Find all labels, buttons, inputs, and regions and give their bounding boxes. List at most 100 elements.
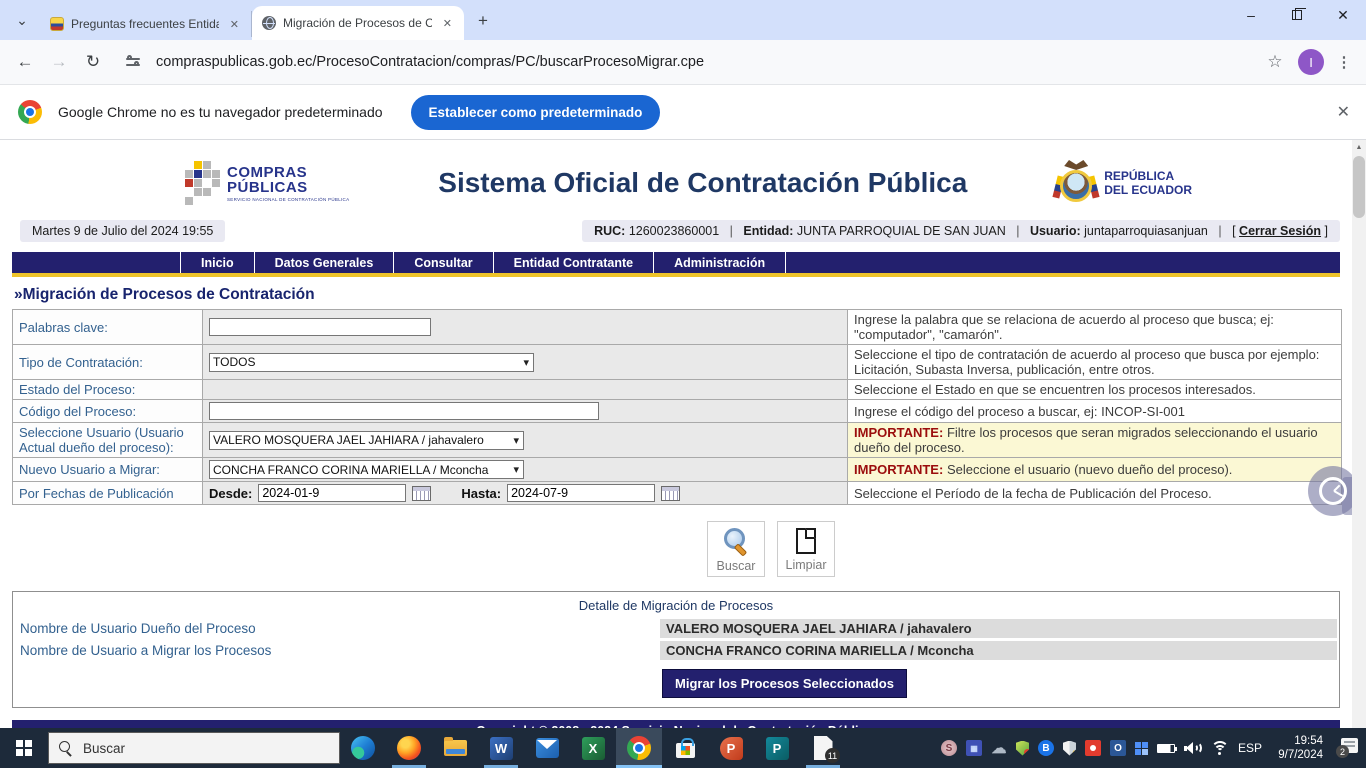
taskbar-clock[interactable]: 19:54 9/7/2024 — [1271, 734, 1323, 762]
browser-toolbar: ← → ↻ compraspublicas.gob.ec/ProcesoCont… — [0, 40, 1366, 85]
tab-close-icon[interactable]: ✕ — [439, 15, 456, 32]
taskbar-chrome[interactable] — [616, 728, 662, 768]
fecha-hasta-input[interactable] — [507, 484, 655, 502]
language-indicator[interactable]: ESP — [1238, 741, 1262, 755]
republica-ecuador-seal: REPÚBLICADEL ECUADOR — [1056, 160, 1192, 206]
close-window-button[interactable]: ✕ — [1320, 0, 1366, 30]
tray-bluetooth-icon[interactable]: B — [1038, 740, 1054, 756]
usuario-actual-select[interactable]: VALERO MOSQUERA JAEL JAHIARA / jahavaler… — [209, 431, 524, 450]
tray-antivirus-shield-icon[interactable] — [1016, 741, 1029, 756]
taskbar-word[interactable]: W — [478, 728, 524, 768]
volume-icon[interactable] — [1184, 741, 1202, 755]
wifi-icon[interactable] — [1211, 741, 1229, 755]
scroll-up-arrow[interactable]: ▲ — [1352, 140, 1366, 154]
logo-subtitle: SERVICIO NACIONAL DE CONTRATACIÓN PÚBLIC… — [227, 197, 349, 202]
word-icon: W — [490, 737, 513, 760]
taskbar-apps: W X P P 11 — [340, 728, 846, 768]
edge-icon — [351, 736, 375, 760]
taskbar-powerpoint[interactable]: P — [708, 728, 754, 768]
taskbar-explorer[interactable] — [432, 728, 478, 768]
battery-icon[interactable] — [1157, 744, 1175, 753]
nav-item-inicio[interactable]: Inicio — [180, 252, 254, 273]
logout-link[interactable]: Cerrar Sesión — [1239, 224, 1321, 238]
search-magnifier-icon — [722, 527, 750, 555]
taskbar-mail[interactable] — [524, 728, 570, 768]
nav-item-consultar[interactable]: Consultar — [393, 252, 492, 273]
globe-favicon — [262, 16, 276, 30]
usuario-actual-label: Seleccione Usuario (Usuario Actual dueño… — [13, 423, 203, 458]
microsoft-store-icon — [676, 743, 695, 758]
taskbar-edge[interactable] — [340, 728, 386, 768]
codigo-proceso-label: Código del Proceso: — [13, 400, 203, 423]
powerpoint-icon: P — [720, 737, 743, 760]
chrome-logo-icon — [18, 100, 42, 124]
default-browser-banner: Google Chrome no es tu navegador predete… — [0, 85, 1366, 140]
taskbar-store[interactable] — [662, 728, 708, 768]
compras-publicas-logo: COMPRASPÚBLICAS SERVICIO NACIONAL DE CON… — [185, 161, 349, 205]
tab-migracion-procesos[interactable]: Migración de Procesos de Cont ✕ — [252, 6, 464, 40]
set-default-button[interactable]: Establecer como predeterminado — [411, 95, 661, 130]
calendar-hasta-icon[interactable] — [661, 486, 680, 501]
migrar-procesos-button[interactable]: Migrar los Procesos Seleccionados — [662, 669, 907, 698]
detail-value-migrar: CONCHA FRANCO CORINA MARIELLA / Mconcha — [660, 641, 1337, 660]
tab-close-icon[interactable]: ✕ — [226, 16, 243, 33]
system-tray: S ▦ ☁ B O ESP 19:54 9/7/2024 2 — [941, 728, 1366, 768]
banner-close-icon[interactable]: ✕ — [1337, 102, 1350, 122]
nav-item-entidad-contratante[interactable]: Entidad Contratante — [493, 252, 653, 273]
calendar-desde-icon[interactable] — [412, 486, 431, 501]
tab-preguntas-frecuentes[interactable]: Preguntas frecuentes Entidades ✕ — [40, 11, 252, 37]
window-controls: – ✕ — [1228, 0, 1366, 30]
palabras-clave-help: Ingrese la palabra que se relaciona de a… — [848, 310, 1342, 345]
scrollbar-thumb[interactable] — [1353, 156, 1365, 218]
taskbar-document[interactable]: 11 — [800, 728, 846, 768]
taskbar-excel[interactable]: X — [570, 728, 616, 768]
nuevo-usuario-select[interactable]: CONCHA FRANCO CORINA MARIELLA / Mconcha — [209, 460, 524, 479]
form-row-estado: Estado del Proceso: Seleccione el Estado… — [13, 380, 1342, 400]
profile-avatar[interactable]: I — [1298, 49, 1324, 75]
nav-item-administracion[interactable]: Administración — [653, 252, 786, 273]
notification-center-button[interactable]: 2 — [1336, 738, 1358, 758]
tray-outlook-icon[interactable]: O — [1110, 740, 1126, 756]
tray-seal-icon[interactable]: S — [941, 740, 957, 756]
tray-mcafee-icon[interactable] — [1085, 740, 1101, 756]
palabras-clave-input[interactable] — [209, 318, 431, 336]
detail-title: Detalle de Migración de Procesos — [15, 598, 1337, 613]
form-row-nuevo-usuario: Nuevo Usuario a Migrar: CONCHA FRANCO CO… — [13, 458, 1342, 482]
tray-defender-shield-icon[interactable] — [1063, 741, 1076, 756]
address-bar[interactable]: compraspublicas.gob.ec/ProcesoContrataci… — [156, 54, 1256, 70]
minimize-button[interactable]: – — [1228, 0, 1274, 30]
floating-clock-widget[interactable] — [1308, 466, 1358, 516]
new-tab-button[interactable]: + — [470, 8, 496, 34]
tipo-contratacion-help: Seleccione el tipo de contratación de ac… — [848, 345, 1342, 380]
browser-menu-button[interactable]: ⋮ — [1332, 47, 1356, 77]
tab-search-button[interactable]: ⌄ — [8, 6, 36, 34]
tray-windows-icon[interactable] — [1135, 742, 1148, 755]
gold-divider — [12, 273, 1340, 277]
page-scrollbar[interactable]: ▲ — [1352, 140, 1366, 728]
form-row-codigo: Código del Proceso: Ingrese el código de… — [13, 400, 1342, 423]
back-button[interactable]: ← — [10, 47, 40, 77]
nav-item-datos-generales[interactable]: Datos Generales — [254, 252, 394, 273]
page-viewport: COMPRASPÚBLICAS SERVICIO NACIONAL DE CON… — [0, 140, 1366, 728]
estado-proceso-help: Seleccione el Estado en que se encuentre… — [848, 380, 1342, 400]
site-settings-icon[interactable] — [120, 49, 146, 75]
tipo-contratacion-select[interactable]: TODOS — [209, 353, 534, 372]
codigo-proceso-input[interactable] — [209, 402, 599, 420]
tray-cloud-icon[interactable]: ☁ — [991, 740, 1007, 756]
restore-button[interactable] — [1274, 0, 1320, 30]
bookmark-star-icon[interactable]: ☆ — [1260, 47, 1290, 77]
forward-button[interactable]: → — [44, 47, 74, 77]
taskbar-publisher[interactable]: P — [754, 728, 800, 768]
tray-building-icon[interactable]: ▦ — [966, 740, 982, 756]
taskbar-firefox[interactable] — [386, 728, 432, 768]
fecha-desde-input[interactable] — [258, 484, 406, 502]
site-header: COMPRASPÚBLICAS SERVICIO NACIONAL DE CON… — [0, 140, 1352, 212]
taskbar-search-box[interactable]: Buscar — [48, 732, 340, 764]
limpiar-button[interactable]: Limpiar — [777, 521, 835, 577]
buscar-button[interactable]: Buscar — [707, 521, 765, 577]
start-button[interactable] — [0, 728, 48, 768]
reload-button[interactable]: ↻ — [78, 47, 108, 77]
estado-proceso-label: Estado del Proceso: — [13, 380, 203, 400]
detail-row-migrar: Nombre de Usuario a Migrar los Procesos … — [15, 641, 1337, 660]
migration-detail-panel: Detalle de Migración de Procesos Nombre … — [12, 591, 1340, 708]
